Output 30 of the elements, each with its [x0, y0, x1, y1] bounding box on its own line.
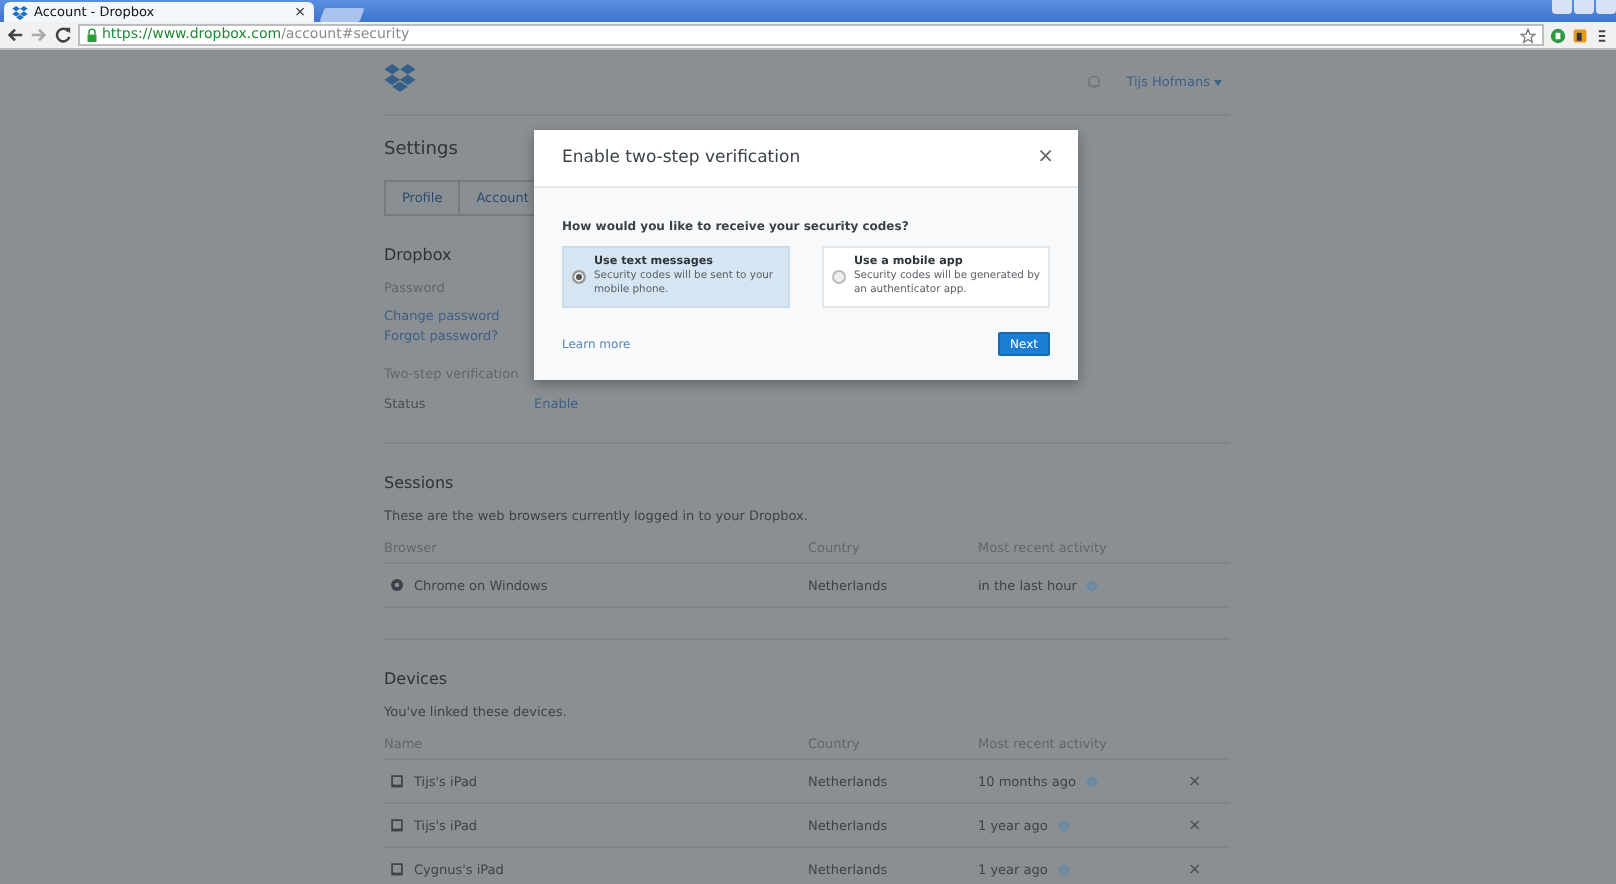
dialog-title: Enable two-step verification [562, 148, 801, 168]
lock-icon [86, 27, 98, 43]
info-icon[interactable] [1086, 579, 1099, 591]
tablet-icon [390, 774, 404, 788]
tablet-icon [390, 818, 404, 832]
tablet-icon [390, 862, 404, 876]
section-heading: Devices [384, 670, 448, 688]
box-logo-icon [12, 5, 28, 19]
radio-button[interactable] [832, 270, 846, 284]
remove-device-button[interactable]: × [1188, 773, 1202, 789]
remove-device-button[interactable]: × [1188, 861, 1202, 877]
reload-icon[interactable] [54, 26, 72, 44]
remove-device-button[interactable]: × [1188, 817, 1202, 833]
forward-arrow-icon[interactable] [30, 26, 48, 44]
radio-button[interactable] [572, 270, 586, 284]
section-heading: Dropbox [384, 246, 452, 264]
extension-icon[interactable] [1572, 27, 1588, 43]
info-icon[interactable] [1085, 775, 1098, 787]
caret-icon [1214, 79, 1222, 85]
star-icon[interactable] [1520, 27, 1536, 43]
box-logo-icon[interactable] [384, 64, 416, 92]
info-icon[interactable] [1057, 819, 1070, 831]
close-button[interactable]: × [1037, 148, 1054, 168]
back-arrow-icon[interactable] [6, 26, 24, 44]
menu-icon[interactable] [1594, 27, 1610, 43]
page-title: Settings [384, 140, 458, 160]
bell-icon[interactable] [1086, 74, 1103, 90]
section-heading: Sessions [384, 474, 454, 492]
info-icon[interactable] [1057, 863, 1070, 875]
new-tab-button[interactable] [319, 8, 365, 22]
